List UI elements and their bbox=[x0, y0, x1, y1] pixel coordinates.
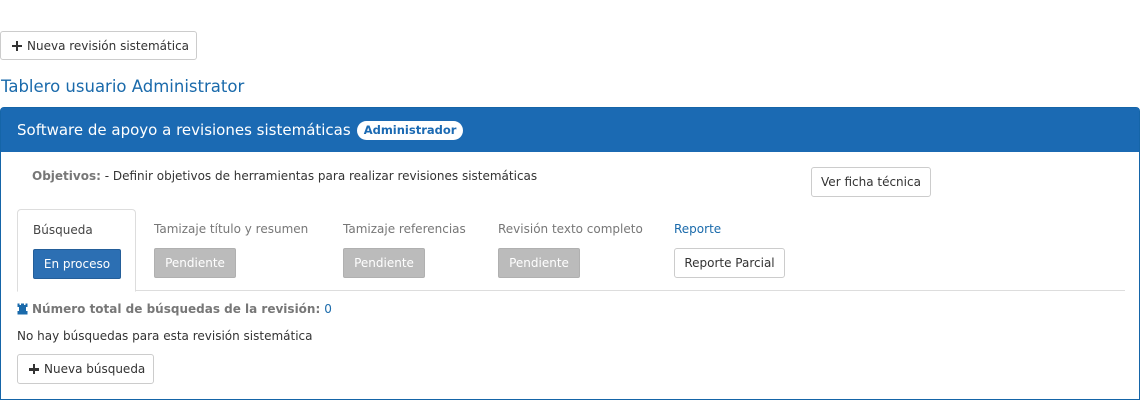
objectives-text: - Definir objetivos de herramientas para… bbox=[104, 169, 538, 183]
rook-icon bbox=[17, 303, 28, 315]
tab-reporte[interactable]: Reporte Reporte Parcial bbox=[673, 209, 803, 291]
empty-message: No hay búsquedas para esta revisión sist… bbox=[17, 329, 313, 343]
tab-label: Tamizaje título y resumen bbox=[154, 222, 309, 236]
objectives: Objetivos: - Definir objetivos de herram… bbox=[32, 169, 537, 183]
stage-tabs: Búsqueda En proceso Tamizaje título y re… bbox=[17, 209, 1125, 292]
plus-icon bbox=[29, 364, 39, 374]
status-pendiente-button[interactable]: Pendiente bbox=[343, 248, 425, 278]
plus-icon bbox=[12, 40, 22, 51]
tab-tamizaje-referencias[interactable]: Tamizaje referencias Pendiente bbox=[342, 209, 482, 291]
tab-busqueda[interactable]: Búsqueda En proceso bbox=[17, 209, 136, 292]
search-count-label: Número total de búsquedas de la revisión… bbox=[32, 302, 321, 316]
tech-sheet-button[interactable]: Ver ficha técnica bbox=[811, 167, 931, 197]
search-count-value: 0 bbox=[324, 302, 332, 316]
tab-label: Revisión texto completo bbox=[498, 222, 643, 236]
status-pendiente-button[interactable]: Pendiente bbox=[498, 248, 580, 278]
new-search-button[interactable]: Nueva búsqueda bbox=[17, 354, 154, 384]
new-review-button[interactable]: Nueva revisión sistemática bbox=[0, 31, 197, 60]
panel-title: Software de apoyo a revisiones sistemáti… bbox=[17, 121, 351, 139]
partial-report-button[interactable]: Reporte Parcial bbox=[674, 248, 785, 278]
new-review-label: Nueva revisión sistemática bbox=[27, 38, 190, 53]
panel-heading: Software de apoyo a revisiones sistemáti… bbox=[1, 108, 1139, 152]
status-pendiente-button[interactable]: Pendiente bbox=[154, 248, 236, 278]
tab-label: Tamizaje referencias bbox=[343, 222, 466, 236]
tab-label[interactable]: Reporte bbox=[674, 222, 721, 236]
search-count: Número total de búsquedas de la revisión… bbox=[17, 302, 332, 316]
role-badge: Administrador bbox=[356, 120, 464, 140]
tab-revision-texto[interactable]: Revisión texto completo Pendiente bbox=[497, 209, 657, 291]
review-panel: Software de apoyo a revisiones sistemáti… bbox=[0, 107, 1140, 400]
tab-label: Búsqueda bbox=[33, 223, 93, 237]
objectives-label: Objetivos: bbox=[32, 169, 101, 183]
new-search-label: Nueva búsqueda bbox=[44, 362, 146, 376]
status-en-proceso-button[interactable]: En proceso bbox=[33, 249, 121, 279]
dashboard-title: Tablero usuario Administrator bbox=[1, 77, 245, 96]
tab-tamizaje-titulo[interactable]: Tamizaje título y resumen Pendiente bbox=[153, 209, 323, 291]
